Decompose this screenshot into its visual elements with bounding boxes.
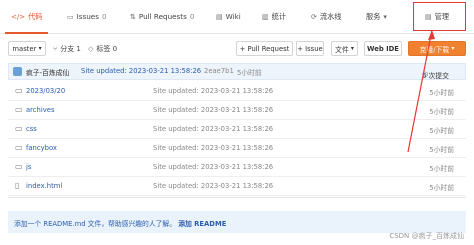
file-time: 5小时前 <box>429 165 454 173</box>
file-commit-message[interactable]: Site updated: 2023-03-21 13:58:26 <box>153 144 273 152</box>
file-time: 5小时前 <box>429 127 454 135</box>
file-name[interactable]: 2023/03/20 <box>26 87 65 95</box>
branches-label: 分支 1 <box>60 45 81 53</box>
tags-label: 标签 0 <box>96 45 118 53</box>
commit-time: 5小时前 <box>237 69 262 77</box>
chevron-down-icon: ▾ <box>451 45 455 52</box>
clone-download-button[interactable]: 克隆/下载 ▾ <box>408 41 466 56</box>
tab-label: 统计 <box>271 11 287 21</box>
avatar <box>13 67 22 76</box>
file-menu-button[interactable]: 文件 ▾ <box>331 41 358 56</box>
chart-icon: ▥ <box>262 12 269 21</box>
tag-icon: ◇ <box>88 45 94 53</box>
tab-label: 流水线 <box>319 11 342 21</box>
tab-label: Issues <box>76 12 99 21</box>
folder-icon: ▭ <box>15 86 23 95</box>
file-name[interactable]: index.html <box>26 182 62 190</box>
file-row[interactable]: ▭ js Site updated: 2023-03-21 13:58:26 5… <box>8 158 466 177</box>
commit-message[interactable]: Site updated: 2023-03-21 13:58:26 <box>81 67 201 75</box>
tab-label: Pull Requests <box>138 12 187 21</box>
readme-prompt-text: 添加一个 README.md 文件，帮助感兴趣的人了解。 添加 README <box>14 218 226 228</box>
file-menu-label: 文件 <box>335 45 349 54</box>
file-commit-message[interactable]: Site updated: 2023-03-21 13:58:26 <box>153 182 273 190</box>
branch-icon: ⑂ <box>53 45 58 53</box>
new-issue-button[interactable]: + Issue <box>296 41 324 56</box>
file-row[interactable]: ▭ fancybox Site updated: 2023-03-21 13:5… <box>8 139 466 158</box>
tab-stats[interactable]: ▥ 统计 <box>262 0 286 33</box>
add-readme-link[interactable]: 添加 README <box>178 220 226 228</box>
tab-label: 服务 <box>366 11 381 21</box>
tab-issues[interactable]: ▭ Issues 0 <box>67 0 107 33</box>
tags-link[interactable]: ◇ 标签 0 <box>88 44 117 54</box>
file-name[interactable]: archives <box>26 106 55 114</box>
divider <box>8 197 466 198</box>
folder-icon: ▭ <box>15 162 23 171</box>
branch-select[interactable]: master ▾ <box>8 41 46 56</box>
commit-count-label: 6 次提交 <box>422 72 449 80</box>
file-time: 5小时前 <box>429 89 454 97</box>
annotation-highlight-box <box>413 2 466 31</box>
new-pull-request-button[interactable]: + Pull Request <box>236 41 293 56</box>
file-commit-message[interactable]: Site updated: 2023-03-21 13:58:26 <box>153 163 273 171</box>
chevron-down-icon: ▾ <box>350 45 354 52</box>
tab-wiki[interactable]: ▤ Wiki <box>216 0 241 33</box>
file-time: 5小时前 <box>429 146 454 154</box>
file-commit-message[interactable]: Site updated: 2023-03-21 13:58:26 <box>153 106 273 114</box>
tab-pull-requests[interactable]: ⇅ Pull Requests 0 <box>130 0 194 33</box>
file-commit-message[interactable]: Site updated: 2023-03-21 13:58:26 <box>153 125 273 133</box>
file-row[interactable]: ▭ 2023/03/20 Site updated: 2023-03-21 13… <box>8 82 466 101</box>
watermark: CSDN @疯子_百炼成仙 <box>389 232 464 240</box>
branch-name: master <box>12 44 37 53</box>
readme-hint: 添加一个 README.md 文件，帮助感兴趣的人了解。 <box>14 220 177 228</box>
repo-nav: </> 代码 ▭ Issues 0 ⇅ Pull Requests 0 ▤ Wi… <box>0 0 474 34</box>
issue-icon: ▭ <box>67 12 74 21</box>
tab-label: 代码 <box>28 11 43 21</box>
commit-author[interactable]: 疯子-百炼成仙 <box>26 67 69 77</box>
file-row[interactable]: ▭ css Site updated: 2023-03-21 13:58:26 … <box>8 120 466 139</box>
folder-icon: ▭ <box>15 124 23 133</box>
readme-prompt: 添加一个 README.md 文件，帮助感兴趣的人了解。 添加 README <box>8 211 466 233</box>
file-time: 5小时前 <box>429 184 454 192</box>
branches-link[interactable]: ⑂ 分支 1 <box>53 44 81 54</box>
commit-hash[interactable]: 2eae7b1 <box>204 67 234 75</box>
latest-commit-bar: 疯子-百炼成仙 Site updated: 2023-03-21 13:58:2… <box>8 63 466 80</box>
tab-services[interactable]: 服务 ▾ <box>366 0 387 33</box>
file-name[interactable]: js <box>26 163 31 171</box>
file-name[interactable]: css <box>26 125 37 133</box>
pull-request-icon: ⇅ <box>130 12 136 21</box>
file-row[interactable]: ▭ archives Site updated: 2023-03-21 13:5… <box>8 101 466 120</box>
file-commit-message[interactable]: Site updated: 2023-03-21 13:58:26 <box>153 87 273 95</box>
code-icon: </> <box>11 12 26 21</box>
chevron-down-icon: ▾ <box>383 12 387 21</box>
folder-icon: ▭ <box>15 143 23 152</box>
file-icon: ▯ <box>15 181 20 190</box>
tab-code[interactable]: </> 代码 <box>4 0 50 34</box>
folder-icon: ▭ <box>15 105 23 114</box>
file-name[interactable]: fancybox <box>26 144 57 152</box>
tab-pipeline[interactable]: ⟳ 流水线 <box>311 0 341 33</box>
tab-count: 0 <box>189 12 195 21</box>
clone-label: 克隆/下载 <box>419 45 450 54</box>
tab-label: Wiki <box>225 12 241 21</box>
tab-count: 0 <box>101 12 107 21</box>
file-time: 5小时前 <box>429 108 454 116</box>
pipeline-icon: ⟳ <box>311 12 317 21</box>
chevron-down-icon: ▾ <box>38 45 42 52</box>
wiki-icon: ▤ <box>216 12 223 21</box>
web-ide-button[interactable]: Web IDE <box>364 41 402 56</box>
file-row[interactable]: ▯ index.html Site updated: 2023-03-21 13… <box>8 177 466 196</box>
